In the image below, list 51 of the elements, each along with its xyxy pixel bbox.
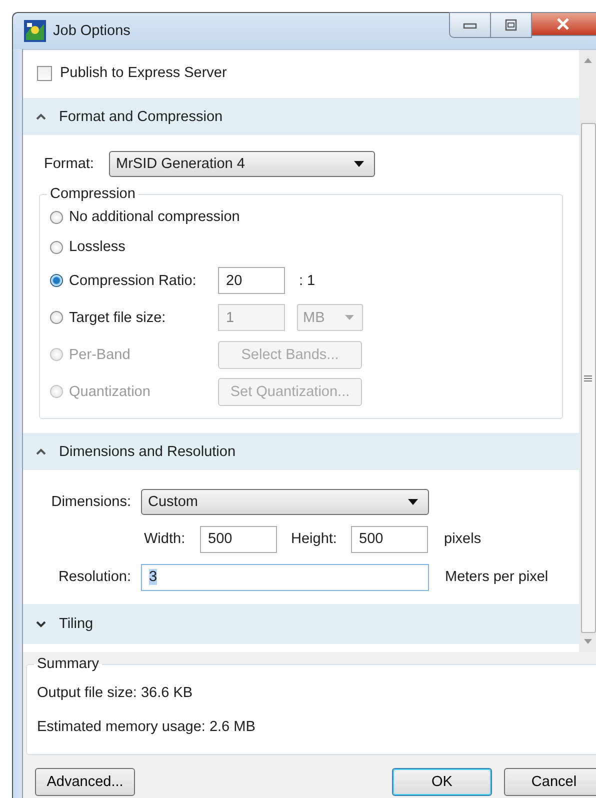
- dropdown-arrow-icon: [345, 315, 354, 320]
- input-field[interactable]: 500: [351, 526, 428, 552]
- radio-label: Quantization: [69, 384, 150, 400]
- dialog-button[interactable]: Cancel: [504, 768, 596, 796]
- unit-label: pixels: [444, 531, 482, 547]
- field-label: Dimensions:: [50, 494, 131, 510]
- app-icon: [24, 20, 46, 42]
- scroll-up-icon[interactable]: [584, 58, 592, 63]
- format-dropdown[interactable]: MrSID Generation 4: [109, 151, 375, 177]
- close-button[interactable]: [532, 12, 596, 36]
- input-field[interactable]: 500: [200, 526, 277, 552]
- checkbox[interactable]: [37, 66, 52, 80]
- group-title: Summary: [36, 656, 100, 672]
- window-title: Job Options: [53, 23, 130, 39]
- dropdown-arrow-icon: [354, 161, 364, 167]
- minimize-button[interactable]: [449, 12, 491, 38]
- input-field[interactable]: 3: [141, 564, 429, 590]
- radio-button[interactable]: [50, 210, 63, 224]
- dimensions-dropdown[interactable]: Custom: [141, 489, 429, 515]
- radio-label: Lossless: [69, 239, 126, 255]
- field-label: Height:: [291, 531, 338, 547]
- group-title: Compression: [49, 186, 136, 202]
- input-field[interactable]: 20: [218, 267, 285, 294]
- dialog-button[interactable]: OK: [392, 768, 492, 796]
- scrollbar[interactable]: [579, 50, 596, 652]
- radio-label: Target file size:: [69, 310, 166, 326]
- unit-label: Meters per pixel: [445, 569, 548, 585]
- section-header[interactable]: Dimensions and Resolution: [23, 433, 579, 470]
- scroll-thumb[interactable]: [580, 123, 596, 633]
- scroll-down-icon[interactable]: [584, 639, 592, 644]
- radio-button[interactable]: [50, 311, 63, 324]
- radio-label: No additional compression: [69, 209, 240, 225]
- section-header[interactable]: Format and Compression: [23, 98, 579, 135]
- summary-text: Estimated memory usage: 2.6 MB: [37, 718, 256, 737]
- dialog-button[interactable]: Advanced...: [35, 768, 135, 796]
- close-icon: [556, 18, 570, 30]
- radio-button[interactable]: [50, 274, 63, 287]
- radio-button[interactable]: [50, 240, 63, 254]
- checkbox-label: Publish to Express Server: [60, 65, 227, 81]
- summary-text: Output file size: 36.6 KB: [37, 684, 194, 703]
- maximize-icon: [505, 19, 517, 31]
- section-header[interactable]: Tiling: [23, 604, 579, 644]
- field-label: Width:: [144, 531, 186, 547]
- minimize-icon: [463, 21, 477, 29]
- radio-label: Compression Ratio:: [69, 272, 196, 288]
- maximize-button[interactable]: [491, 12, 532, 38]
- field-label: Format:: [44, 156, 95, 172]
- ratio-suffix: : 1: [299, 272, 316, 288]
- dropdown-arrow-icon: [408, 499, 418, 505]
- radio-label: Per-Band: [69, 346, 130, 362]
- field-label: Resolution:: [57, 569, 131, 585]
